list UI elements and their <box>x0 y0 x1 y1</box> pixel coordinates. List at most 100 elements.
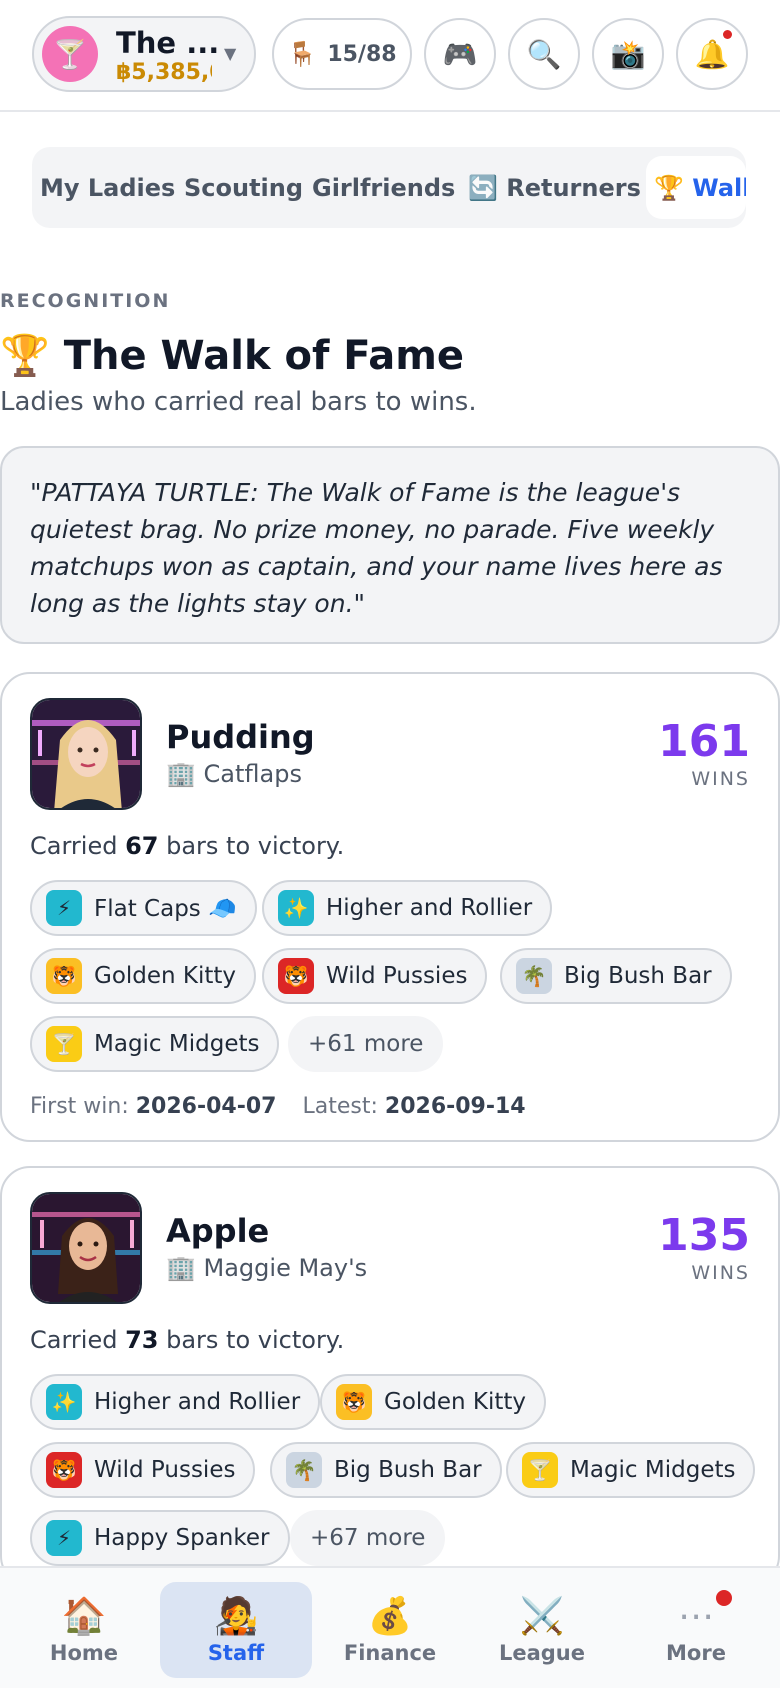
nav-finance[interactable]: 💰 Finance <box>314 1582 466 1678</box>
tiger-icon: 🐯 <box>46 958 82 994</box>
first-win-date: 2026-04-07 <box>135 1094 277 1119</box>
carried-summary: Carried 67 bars to victory. <box>30 832 345 860</box>
latest-win-date: 2026-09-14 <box>384 1094 526 1119</box>
staff-tabs: My Ladies Scouting Girlfriends 🔄 Returne… <box>32 147 746 228</box>
tab-my-ladies[interactable]: My Ladies <box>32 147 183 228</box>
nav-label: League <box>498 1641 586 1665</box>
wins-label: WINS <box>691 768 750 790</box>
search-icon: 🔍 <box>526 37 562 71</box>
tab-scouting[interactable]: Scouting <box>176 147 311 228</box>
venue-balance: ฿5,385,0 <box>116 60 212 85</box>
bell-icon: 🔔 <box>694 37 730 71</box>
sparkles-icon: ✨ <box>278 890 314 926</box>
avatar <box>30 698 142 810</box>
page-title: 🏆 The Walk of Fame <box>0 333 465 379</box>
carried-summary: Carried 73 bars to victory. <box>30 1326 345 1354</box>
bar-chip-label: Flat Caps 🧢 <box>94 895 237 922</box>
tab-girlfriends[interactable]: Girlfriends <box>304 147 463 228</box>
seats-counter[interactable]: 🪑 15/88 <box>272 18 412 90</box>
wins-count: 135 <box>658 1210 750 1261</box>
notifications-button[interactable]: 🔔 <box>676 18 748 90</box>
bar-chip[interactable]: ✨ Higher and Rollier <box>262 880 553 936</box>
bottom-nav: 🏠 Home 🧑‍🎤 Staff 💰 Finance ⚔️ League ⋯ M… <box>0 1566 780 1688</box>
bar-chip[interactable]: 🌴 Big Bush Bar <box>500 948 732 1004</box>
more-bars-button[interactable]: +67 more <box>290 1510 446 1566</box>
bar-chip[interactable]: 🍸 Magic Midgets <box>506 1442 756 1498</box>
nav-label: Home <box>49 1641 119 1665</box>
wins-label: WINS <box>691 1262 750 1284</box>
nav-label: Finance <box>343 1641 437 1665</box>
bar-chip-label: Big Bush Bar <box>334 1457 482 1483</box>
carried-count: 67 <box>125 832 159 860</box>
seats-count: 15/88 <box>327 41 397 67</box>
bar-chip[interactable]: ✨ Higher and Rollier <box>30 1374 321 1430</box>
nav-label: Staff <box>207 1641 265 1665</box>
gamepad-button[interactable]: 🎮 <box>424 18 496 90</box>
nav-more[interactable]: ⋯ More <box>620 1582 772 1678</box>
nav-staff[interactable]: 🧑‍🎤 Staff <box>160 1582 312 1678</box>
bar-chip[interactable]: 🌴 Big Bush Bar <box>270 1442 502 1498</box>
lady-venue: 🏢 Catflaps <box>166 760 302 788</box>
lady-name: Apple <box>166 1212 270 1250</box>
bar-chip-label: Magic Midgets <box>94 1031 260 1057</box>
lady-card[interactable]: Pudding 🏢 Catflaps 161 WINS Carried 67 b… <box>0 672 780 1142</box>
cocktail-icon: 🍸 <box>522 1452 558 1488</box>
venue-switcher[interactable]: 🍸 The ... ฿5,385,0 ▼ <box>32 16 256 92</box>
cocktail-icon: 🍸 <box>46 1026 82 1062</box>
section-eyebrow: RECOGNITION <box>0 290 171 312</box>
tiger-icon: 🐯 <box>278 958 314 994</box>
tab-returners[interactable]: 🔄 Returners <box>460 147 649 228</box>
more-bars-button[interactable]: +61 more <box>288 1016 444 1072</box>
money-bag-icon: 💰 <box>367 1596 413 1637</box>
camera-icon: 📸 <box>610 37 646 71</box>
bar-chip-label: Higher and Rollier <box>326 895 533 921</box>
bar-chip-label: Wild Pussies <box>94 1457 236 1483</box>
chair-icon: 🪑 <box>287 40 318 68</box>
bar-chip[interactable]: 🐯 Wild Pussies <box>30 1442 256 1498</box>
palm-tree-icon: 🌴 <box>516 958 552 994</box>
tab-walk-of-fame[interactable]: 🏆 Walk <box>646 156 746 219</box>
bar-chip[interactable]: 🐯 Golden Kitty <box>30 948 257 1004</box>
bar-chip-label: Golden Kitty <box>94 963 237 989</box>
top-bar: 🍸 The ... ฿5,385,0 ▼ 🪑 15/88 🎮 🔍 📸 🔔 <box>0 0 780 112</box>
lady-card[interactable]: Apple 🏢 Maggie May's 135 WINS Carried 73… <box>0 1166 780 1586</box>
lady-venue: 🏢 Maggie May's <box>166 1254 368 1282</box>
tiger-icon: 🐯 <box>46 1452 82 1488</box>
palm-tree-icon: 🌴 <box>286 1452 322 1488</box>
bar-chip[interactable]: ⚡ Happy Spanker <box>30 1510 290 1566</box>
notification-dot <box>716 1590 732 1606</box>
bar-chip[interactable]: 🍸 Magic Midgets <box>30 1016 280 1072</box>
nav-league[interactable]: ⚔️ League <box>466 1582 618 1678</box>
bar-chip-label: Higher and Rollier <box>94 1389 301 1415</box>
bar-chip-label: Magic Midgets <box>570 1457 736 1483</box>
bar-chip[interactable]: 🐯 Golden Kitty <box>320 1374 547 1430</box>
carried-count: 73 <box>125 1326 159 1354</box>
singer-icon: 🧑‍🎤 <box>213 1596 259 1637</box>
quote-text: "PATTAYA TURTLE: The Walk of Fame is the… <box>30 478 723 618</box>
venue-name: The ... <box>116 26 220 60</box>
chevron-down-icon: ▼ <box>224 44 237 63</box>
bar-chip[interactable]: 🐯 Wild Pussies <box>262 948 488 1004</box>
lady-name: Pudding <box>166 718 315 756</box>
notification-dot <box>723 30 732 39</box>
crossed-swords-icon: ⚔️ <box>519 1596 565 1637</box>
bar-chip-label: Wild Pussies <box>326 963 468 989</box>
avatar <box>30 1192 142 1304</box>
lightning-icon: ⚡ <box>46 1520 82 1556</box>
gamepad-icon: 🎮 <box>442 37 478 71</box>
bar-chip[interactable]: ⚡ Flat Caps 🧢 <box>30 880 257 936</box>
nav-home[interactable]: 🏠 Home <box>8 1582 160 1678</box>
page-subtitle: Ladies who carried real bars to wins. <box>0 387 477 417</box>
win-dates: First win: 2026-04-07 Latest: 2026-09-14 <box>30 1094 526 1119</box>
narrator-quote: "PATTAYA TURTLE: The Walk of Fame is the… <box>0 446 780 644</box>
camera-button[interactable]: 📸 <box>592 18 664 90</box>
lightning-icon: ⚡ <box>46 890 82 926</box>
house-icon: 🏠 <box>61 1596 107 1637</box>
cocktail-icon: 🍸 <box>42 26 98 82</box>
nav-label: More <box>666 1640 726 1665</box>
wins-count: 161 <box>658 716 750 767</box>
search-button[interactable]: 🔍 <box>508 18 580 90</box>
ellipsis-icon: ⋯ <box>678 1595 714 1637</box>
bar-chip-label: Golden Kitty <box>384 1389 527 1415</box>
tiger-icon: 🐯 <box>336 1384 372 1420</box>
